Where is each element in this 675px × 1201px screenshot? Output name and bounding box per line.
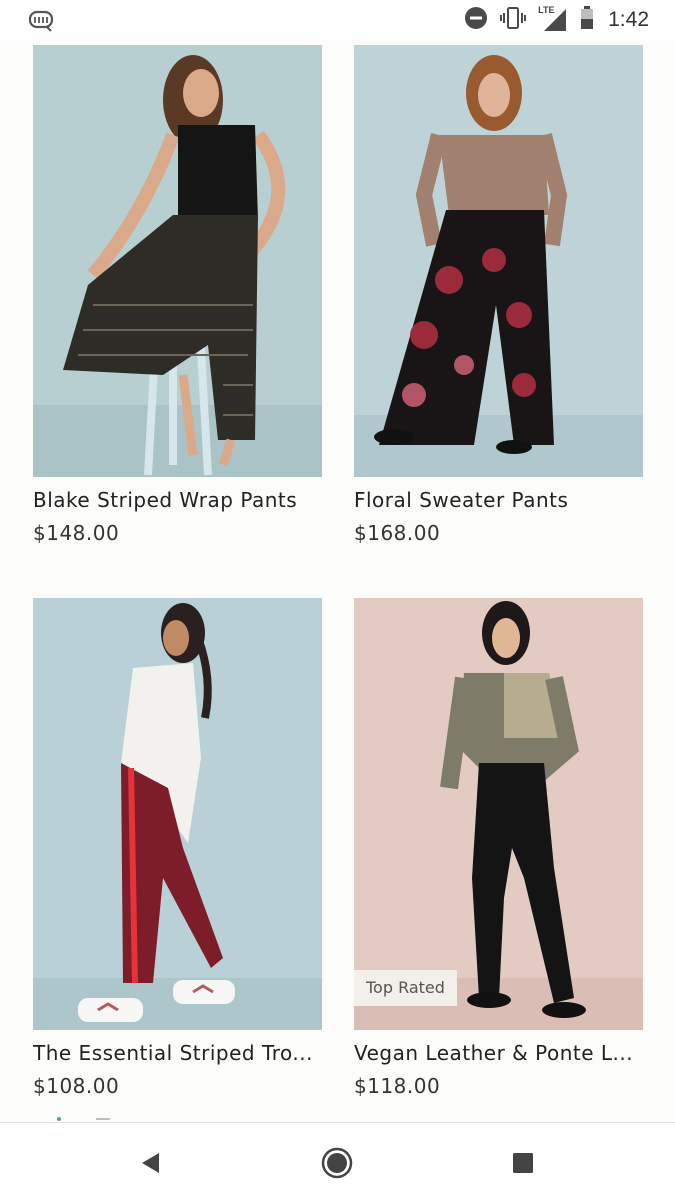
product-price: $168.00 <box>354 521 441 545</box>
back-icon[interactable] <box>132 1145 168 1181</box>
product-price: $118.00 <box>354 1074 441 1098</box>
product-price: $108.00 <box>33 1074 120 1098</box>
status-bar: LTE 1:42 <box>0 0 675 40</box>
product-image[interactable] <box>33 45 322 477</box>
recents-icon[interactable] <box>505 1145 541 1181</box>
system-nav-bar <box>0 1122 675 1201</box>
home-icon[interactable] <box>319 1145 355 1181</box>
app-logo-icon <box>28 8 56 36</box>
product-name[interactable]: The Essential Striped Tro... <box>33 1041 322 1065</box>
battery-icon <box>580 6 594 34</box>
product-name[interactable]: Blake Striped Wrap Pants <box>33 488 322 512</box>
vibrate-icon <box>500 6 527 34</box>
top-rated-badge: Top Rated <box>354 970 457 1006</box>
product-name[interactable]: Floral Sweater Pants <box>354 488 643 512</box>
product-image[interactable] <box>33 598 322 1030</box>
product-price: $148.00 <box>33 521 120 545</box>
signal-icon: LTE <box>538 5 568 33</box>
do-not-disturb-icon <box>464 6 488 34</box>
product-image[interactable]: Top Rated <box>354 598 643 1030</box>
product-image[interactable] <box>354 45 643 477</box>
status-time: 1:42 <box>608 8 649 31</box>
product-name[interactable]: Vegan Leather & Ponte L... <box>354 1041 643 1065</box>
